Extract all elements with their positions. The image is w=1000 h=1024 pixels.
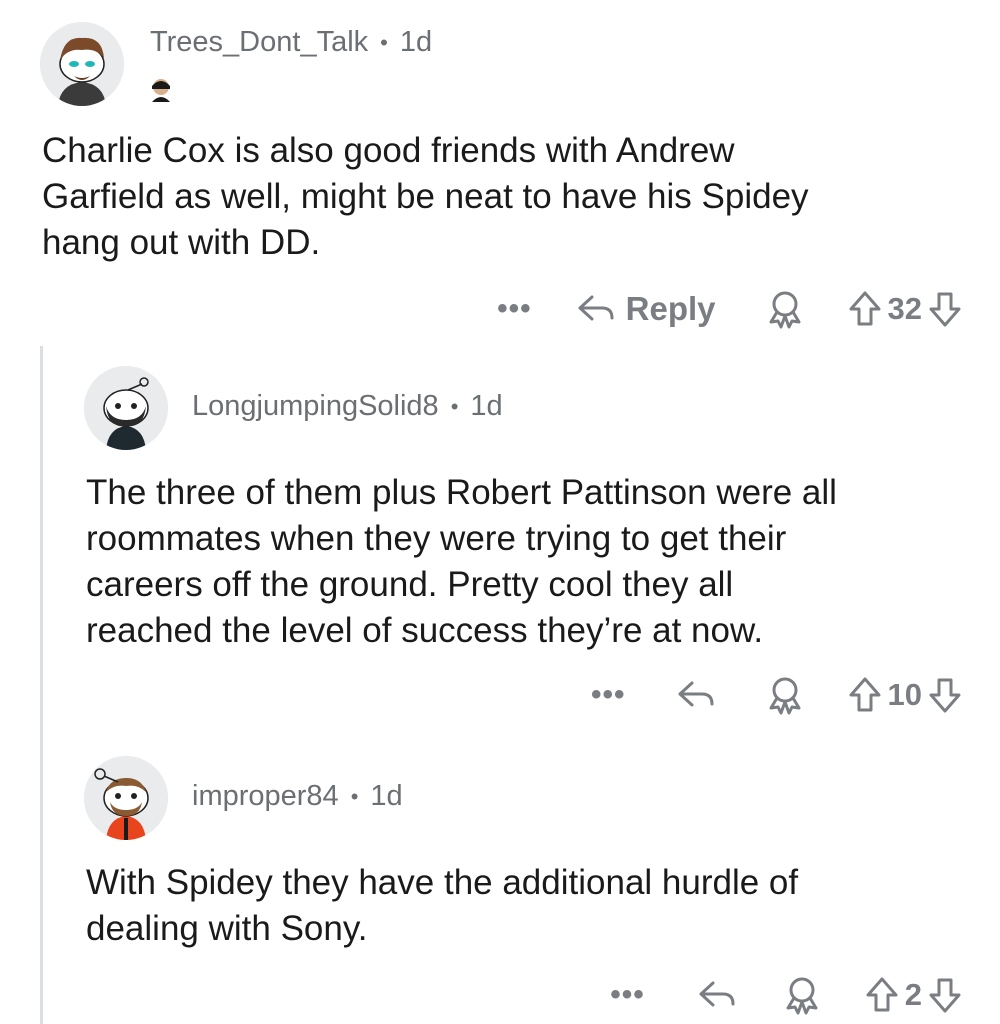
downvote-icon	[929, 678, 961, 713]
comment-actions: ••• 10	[540, 670, 962, 720]
snoo-avatar-icon	[40, 22, 124, 106]
upvote-icon	[866, 977, 898, 1012]
comment-body: With Spidey they have the additional hur…	[86, 860, 798, 952]
vote-score: 10	[887, 677, 922, 712]
mask-flair-icon	[152, 79, 170, 102]
snoo-avatar-icon	[84, 366, 168, 450]
author-name[interactable]: LongjumpingSolid8	[192, 390, 439, 423]
comment-actions: ••• Reply 32	[440, 284, 962, 334]
award-icon	[769, 677, 801, 715]
avatar[interactable]	[84, 366, 168, 450]
upvote-icon	[849, 677, 881, 712]
comment-text-line: careers off the ground. Pretty cool they…	[86, 565, 734, 604]
downvote-icon	[929, 978, 961, 1013]
award-button[interactable]	[783, 975, 821, 1015]
more-options-button[interactable]: •••	[610, 980, 645, 1010]
downvote-button[interactable]	[928, 676, 962, 714]
award-icon	[786, 977, 818, 1015]
reply-label: Reply	[625, 290, 716, 327]
author-name[interactable]: Trees_Dont_Talk	[150, 26, 368, 59]
separator-dot: •	[450, 393, 459, 419]
comment-age: 1d	[370, 780, 403, 812]
avatar[interactable]	[84, 756, 168, 840]
comment-text-line: With Spidey they have the additional hur…	[86, 863, 799, 902]
comment-text-line: The three of them plus Robert Pattinson …	[86, 473, 837, 512]
comment-text-line: reached the level of success they’re at …	[86, 611, 764, 650]
comment-text-line: Garfield as well, might be neat to have …	[42, 177, 809, 216]
upvote-icon	[849, 291, 881, 326]
reply-icon	[699, 981, 735, 1007]
separator-dot: •	[350, 783, 359, 809]
author-name[interactable]: improper84	[192, 780, 339, 813]
comment: improper84 • 1d With Spidey they have th…	[0, 748, 1000, 1024]
comment-actions: ••• 2	[560, 970, 962, 1020]
comment-age: 1d	[399, 26, 433, 58]
comment-meta: LongjumpingSolid8 • 1d	[192, 390, 503, 423]
comment-text-line: roommates when they were trying to get t…	[86, 519, 787, 558]
comment-body: Charlie Cox is also good friends with An…	[42, 128, 809, 266]
award-button[interactable]	[766, 289, 804, 329]
reply-button[interactable]	[697, 977, 737, 1013]
comment: Trees_Dont_Talk • 1d Charlie Cox is also…	[0, 0, 1000, 340]
award-button[interactable]	[766, 675, 804, 715]
comment-text-line: hang out with DD.	[42, 223, 321, 262]
avatar[interactable]	[40, 22, 124, 106]
comment-age: 1d	[470, 390, 503, 422]
reply-icon	[678, 681, 714, 707]
downvote-icon	[929, 292, 961, 327]
downvote-button[interactable]	[928, 290, 962, 328]
separator-dot: •	[380, 29, 388, 55]
upvote-button[interactable]	[865, 976, 899, 1014]
downvote-button[interactable]	[928, 976, 962, 1014]
vote-score: 32	[887, 291, 922, 326]
reply-button[interactable]	[676, 677, 716, 713]
upvote-button[interactable]	[848, 290, 882, 328]
upvote-button[interactable]	[848, 676, 882, 714]
comment-meta: improper84 • 1d	[192, 780, 403, 813]
more-options-button[interactable]: •••	[497, 294, 532, 324]
snoo-avatar-icon	[84, 756, 168, 840]
comment-body: The three of them plus Robert Pattinson …	[86, 470, 837, 654]
vote-score: 2	[904, 977, 922, 1012]
comment-text-line: Charlie Cox is also good friends with An…	[42, 131, 735, 170]
comment-meta: Trees_Dont_Talk • 1d	[150, 26, 432, 59]
reply-button[interactable]: Reply	[576, 290, 716, 328]
reply-icon	[578, 295, 614, 321]
more-options-button[interactable]: •••	[591, 680, 626, 710]
comment: LongjumpingSolid8 • 1d The three of them…	[0, 360, 1000, 740]
award-icon	[769, 291, 801, 329]
comment-text-line: dealing with Sony.	[86, 909, 368, 948]
